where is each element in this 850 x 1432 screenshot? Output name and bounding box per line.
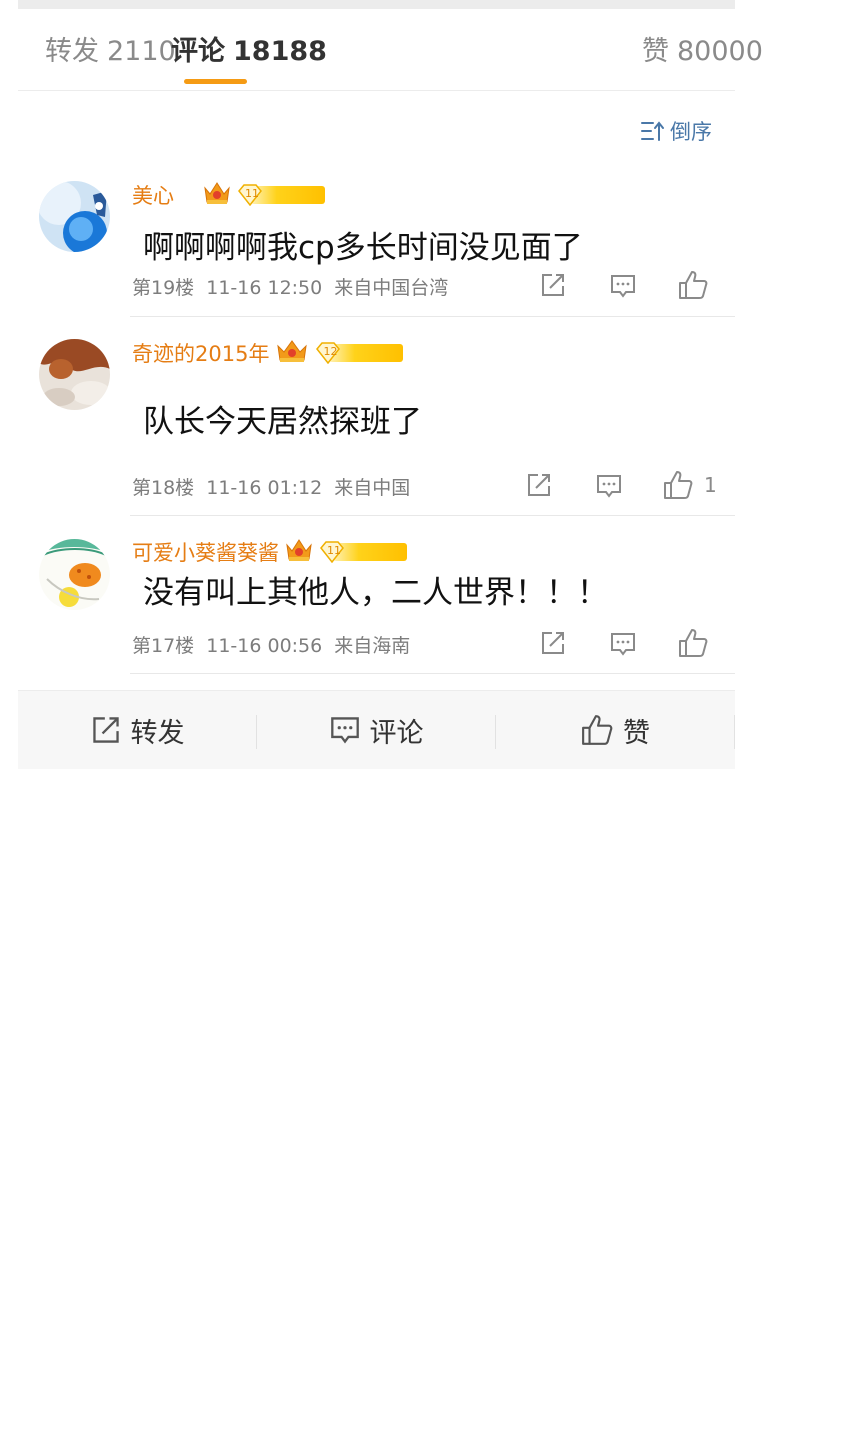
comment-button-label: 评论: [369, 717, 424, 749]
bottom-action-bar: 转发 评论 赞: [18, 690, 735, 769]
repost-icon[interactable]: [526, 472, 552, 498]
tab-comment-count: 18188: [233, 36, 327, 67]
comment-location: 来自中国台湾: [334, 277, 449, 299]
like-icon[interactable]: [663, 470, 693, 500]
comment-text: 没有叫上其他人，二人世界！！！: [143, 575, 608, 611]
repost-button-label: 转发: [130, 717, 185, 749]
tab-like-label: 赞: [642, 36, 669, 67]
level-badge: 11: [319, 541, 407, 563]
like-icon[interactable]: [678, 270, 708, 300]
floor-number: 第17楼: [132, 635, 195, 657]
avatar[interactable]: [39, 339, 110, 410]
comment-button[interactable]: 评论: [257, 691, 496, 769]
comment-time: 11-16 00:56: [206, 635, 323, 657]
comment-icon[interactable]: [596, 473, 622, 499]
tab-comment-label: 评论: [171, 36, 225, 67]
comment-meta: 第19楼 11-16 12:50 来自中国台湾: [132, 273, 448, 300]
level-number: 11: [327, 544, 341, 557]
tab-comment[interactable]: 评论 18188: [171, 34, 327, 70]
repost-icon: [92, 717, 119, 743]
level-number: 11: [245, 187, 259, 200]
floor-number: 第18楼: [132, 477, 195, 499]
top-divider: [18, 0, 735, 9]
repost-icon[interactable]: [540, 272, 566, 298]
divider: [734, 715, 735, 749]
level-number: 12: [323, 345, 338, 358]
sort-icon: [641, 121, 664, 141]
comment-text: 啊啊啊啊我cp多长时间没见面了: [143, 230, 583, 266]
floor-number: 第19楼: [132, 277, 195, 299]
comment-header: 美心 11: [132, 180, 325, 210]
comment-divider: [130, 673, 735, 674]
username[interactable]: 美心: [132, 180, 174, 210]
tab-repost-count: 2110: [107, 36, 176, 67]
like-button[interactable]: 赞: [496, 691, 735, 769]
comment-meta: 第18楼 11-16 01:12 来自中国: [132, 473, 410, 500]
like-count: 1: [704, 473, 717, 497]
comment-time: 11-16 01:12: [206, 477, 323, 499]
username[interactable]: 可爱小葵酱葵酱: [132, 537, 279, 567]
comment-header: 可爱小葵酱葵酱 11: [132, 537, 407, 567]
repost-icon[interactable]: [540, 630, 566, 656]
crown-icon: [275, 338, 309, 368]
comment-meta: 第17楼 11-16 00:56 来自海南: [132, 631, 410, 658]
comment-divider: [130, 316, 735, 317]
comment-divider: [130, 515, 735, 516]
level-badge: 12: [315, 342, 404, 364]
comment-header: 奇迹的2015年 12: [132, 338, 404, 368]
comment-location: 来自海南: [334, 635, 411, 657]
username[interactable]: 奇迹的2015年: [132, 338, 269, 368]
active-tab-indicator: [184, 79, 247, 84]
like-icon: [582, 715, 613, 745]
crown-icon: [203, 180, 231, 210]
level-badge: 11: [237, 184, 325, 206]
sort-label: 倒序: [670, 120, 712, 144]
like-icon[interactable]: [678, 628, 708, 658]
comment-icon[interactable]: [610, 631, 636, 657]
tab-like[interactable]: 赞 80000: [642, 34, 763, 70]
tab-repost[interactable]: 转发 2110: [45, 34, 176, 70]
like-button-label: 赞: [623, 717, 650, 749]
crown-icon: [285, 537, 313, 567]
avatar[interactable]: [39, 181, 110, 252]
comment-icon: [330, 717, 359, 744]
comment-text: 队长今天居然探班了: [143, 404, 422, 440]
comment-time: 11-16 12:50: [206, 277, 323, 299]
avatar[interactable]: [39, 539, 110, 610]
repost-button[interactable]: 转发: [18, 691, 257, 769]
stats-tabs: 转发 2110 评论 18188 赞 80000: [18, 10, 763, 91]
sort-toggle[interactable]: 倒序: [641, 116, 712, 146]
tab-like-count: 80000: [677, 36, 763, 67]
tab-repost-label: 转发: [45, 36, 99, 67]
comment-location: 来自中国: [334, 477, 411, 499]
comment-icon[interactable]: [610, 273, 636, 299]
